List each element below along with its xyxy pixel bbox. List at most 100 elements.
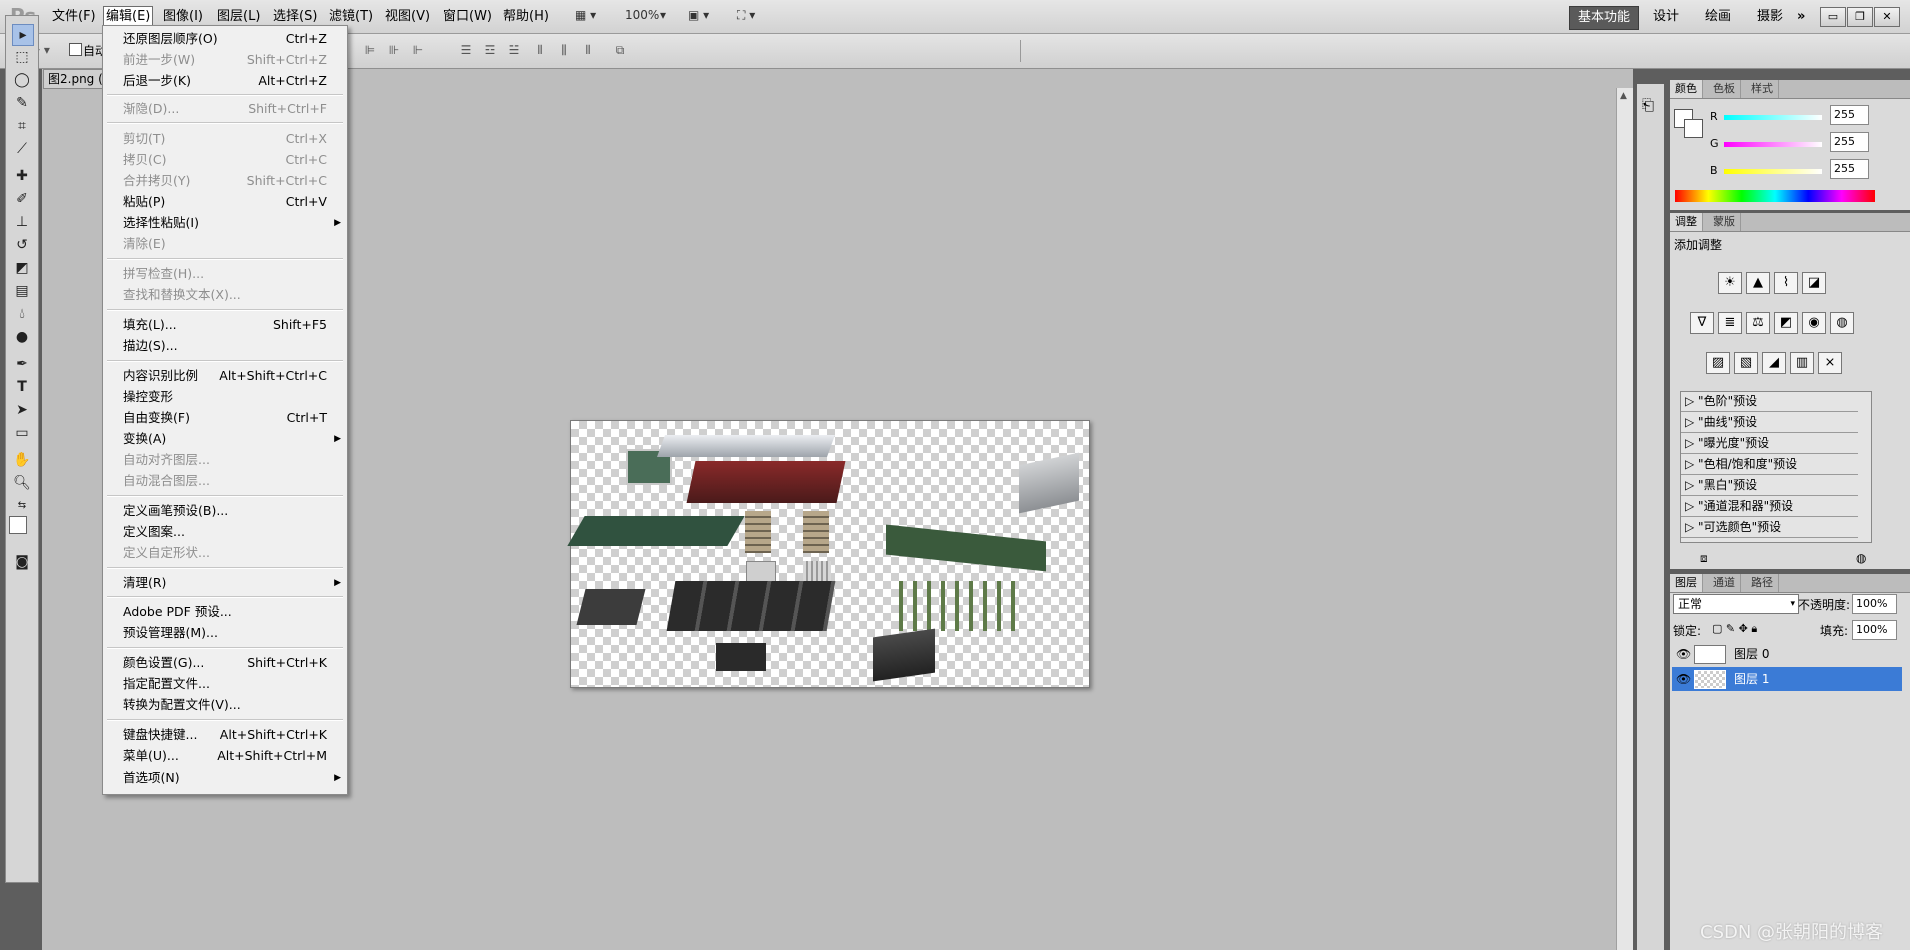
menu-item-menus[interactable]: 菜单(U)... Alt+Shift+Ctrl+M [103,746,347,766]
menu-item-preset-manager[interactable]: 预设管理器(M)... [103,623,347,643]
menu-item-convert-profile[interactable]: 转换为配置文件(V)... [103,695,347,715]
document-tab[interactable]: 图2.png ( [43,69,109,89]
menu-item-define-pattern[interactable]: 定义图案... [103,522,347,542]
menu-view[interactable]: 视图(V) [383,7,432,27]
tab-swatches[interactable]: 色板 [1708,80,1741,98]
preset-exposure[interactable]: ▷ "曝光度"预设 [1681,434,1858,454]
menu-item-find-replace[interactable]: 查找和替换文本(X)... [103,285,347,305]
foreground-color-swatch[interactable] [9,516,27,534]
menu-item-auto-blend-layers[interactable]: 自动混合图层... [103,471,347,491]
blur-tool-icon[interactable]: 💧︎ [12,304,32,324]
background-color-box[interactable] [1684,119,1703,138]
bridge-launch-icon[interactable]: ▦ ▾ [575,8,596,22]
layer-eye-icon[interactable]: 👁︎ [1676,642,1691,666]
zoom-level[interactable]: 100% [625,8,659,22]
menu-item-preferences[interactable]: 首选项(N) ▶ [103,768,347,788]
preset-selective-color[interactable]: ▷ "可选颜色"预设 [1681,518,1858,538]
restore-icon[interactable]: ❐ [1847,7,1873,27]
clone-stamp-tool-icon[interactable]: ⊥ [12,212,32,232]
swap-colors-icon[interactable]: ⇆ [12,496,32,516]
tab-channels[interactable]: 通道 [1708,574,1741,592]
marquee-tool-icon[interactable]: ⬚ [12,47,32,67]
path-select-tool-icon[interactable]: ➤ [12,400,32,420]
workspace-design[interactable]: 设计 [1645,6,1687,28]
workspace-photography[interactable]: 摄影 [1749,6,1791,28]
menu-item-step-backward[interactable]: 后退一步(K) Alt+Ctrl+Z [103,71,347,91]
distribute-top-icon[interactable]: ☰ [458,43,474,57]
menu-item-step-forward[interactable]: 前进一步(W) Shift+Ctrl+Z [103,50,347,70]
selective-color-icon[interactable]: ⨯ [1818,352,1842,374]
blend-mode-select[interactable]: 正常 ▾ [1673,594,1799,614]
menu-item-content-aware-scale[interactable]: 内容识别比例 Alt+Shift+Ctrl+C [103,366,347,386]
menu-item-copy[interactable]: 拷贝(C) Ctrl+C [103,150,347,170]
photo-filter-icon[interactable]: ◉ [1802,312,1826,334]
vertical-scrollbar[interactable]: ▲ [1616,88,1634,950]
clip-to-layer-icon[interactable]: ⧈ [1700,551,1708,566]
align-center-icon[interactable]: ⊪ [386,43,402,57]
curves-icon[interactable]: ⌇ [1774,272,1798,294]
menu-item-keyboard-shortcuts[interactable]: 键盘快捷键... Alt+Shift+Ctrl+K [103,725,347,745]
exposure-icon[interactable]: ◪ [1802,272,1826,294]
history-panel-icon[interactable]: ⎗ [1642,96,1654,114]
gradient-tool-icon[interactable]: ▤ [12,281,32,301]
eraser-tool-icon[interactable]: ◩ [12,258,32,278]
quick-select-tool-icon[interactable]: ✎ [12,93,32,113]
channel-b-slider[interactable] [1724,169,1822,174]
distribute-bottom-icon[interactable]: ☱ [506,43,522,57]
opacity-input[interactable]: 100% [1852,594,1897,614]
healing-brush-tool-icon[interactable]: ✚ [12,166,32,186]
menu-filter[interactable]: 滤镜(T) [327,7,375,27]
color-spectrum-bar[interactable] [1675,190,1875,202]
menu-item-spell-check[interactable]: 拼写检查(H)... [103,264,347,284]
menu-item-paste[interactable]: 粘贴(P) Ctrl+V [103,192,347,212]
menu-item-free-transform[interactable]: 自由变换(F) Ctrl+T [103,408,347,428]
pen-tool-icon[interactable]: ✒ [12,354,32,374]
distribute-vcenter-icon[interactable]: ☲ [482,43,498,57]
distribute-right-icon[interactable]: ⫴ [580,43,596,57]
menu-item-auto-align-layers[interactable]: 自动对齐图层... [103,450,347,470]
preset-channel-mixer[interactable]: ▷ "通道混和器"预设 [1681,497,1858,517]
distribute-hcenter-icon[interactable]: ⫼ [556,43,572,57]
eyedropper-tool-icon[interactable]: ⟋ [12,139,32,159]
brush-tool-icon[interactable]: ✐ [12,189,32,209]
menu-item-copy-merged[interactable]: 合并拷贝(Y) Shift+Ctrl+C [103,171,347,191]
menu-item-fill[interactable]: 填充(L)... Shift+F5 [103,315,347,335]
workspace-more-button[interactable]: » [1789,6,1813,28]
tab-masks[interactable]: 蒙版 [1708,213,1741,231]
vibrance-icon[interactable]: ∇ [1690,312,1714,334]
layer-row[interactable]: 👁︎ 图层 0 [1672,642,1902,666]
auto-select-checkbox[interactable] [69,43,82,56]
lasso-tool-icon[interactable]: ◯ [12,70,32,90]
scroll-up-icon[interactable]: ▲ [1620,91,1627,101]
channel-r-input[interactable]: 255 [1830,105,1869,125]
menu-window[interactable]: 窗口(W) [441,7,494,27]
workspace-essentials[interactable]: 基本功能 [1569,6,1640,30]
history-brush-tool-icon[interactable]: ↺ [12,235,32,255]
layer-row-selected[interactable]: 👁︎ 图层 1 [1672,667,1902,691]
menu-help[interactable]: 帮助(H) [501,7,551,27]
crop-tool-icon[interactable]: ⌗ [12,116,32,136]
layer-eye-icon[interactable]: 👁︎ [1676,667,1691,691]
canvas-image[interactable] [567,420,1090,688]
minimize-icon[interactable]: ▭ [1820,7,1846,27]
menu-item-assign-profile[interactable]: 指定配置文件... [103,674,347,694]
threshold-icon[interactable]: ◢ [1762,352,1786,374]
zoom-tool-icon[interactable]: 🔍︎ [12,473,32,493]
gradient-map-icon[interactable]: ▥ [1790,352,1814,374]
workspace-painting[interactable]: 绘画 [1697,6,1739,28]
visibility-toggle-icon[interactable]: ◍ [1856,551,1866,565]
tab-adjustments[interactable]: 调整 [1670,213,1703,231]
channel-g-slider[interactable] [1724,142,1822,147]
invert-icon[interactable]: ▨ [1706,352,1730,374]
menu-item-define-brush[interactable]: 定义画笔预设(B)... [103,501,347,521]
lock-icons[interactable]: ▢ ✎ ✥ 🔒︎ [1712,622,1757,636]
menu-item-pdf-presets[interactable]: Adobe PDF 预设... [103,602,347,622]
type-tool-icon[interactable]: T [12,377,32,397]
close-icon[interactable]: ✕ [1874,7,1900,27]
move-tool-icon[interactable]: ▸ [12,24,34,46]
distribute-left-icon[interactable]: ⫴ [532,43,548,57]
hand-tool-icon[interactable]: ✋ [12,450,32,470]
channel-g-input[interactable]: 255 [1830,132,1869,152]
tab-layers[interactable]: 图层 [1670,574,1703,592]
menu-item-define-custom-shape[interactable]: 定义自定形状... [103,543,347,563]
